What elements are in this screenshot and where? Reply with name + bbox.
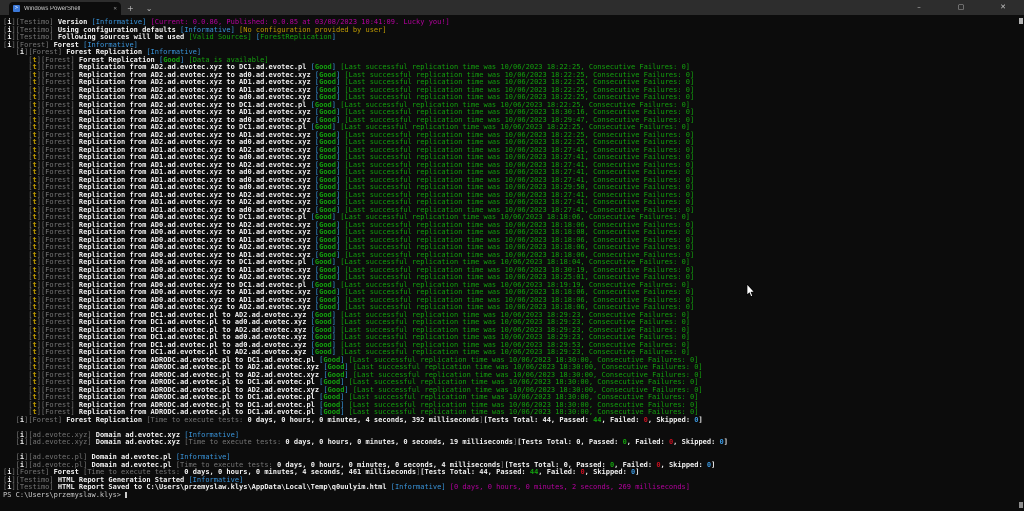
tab-windows-powershell[interactable]: > Windows PowerShell ✕ [9,2,121,15]
title-bar: > Windows PowerShell ✕ + ⌄ – ▢ ✕ [0,0,1024,15]
scrollbar-up-arrow[interactable] [1019,18,1023,24]
new-tab-button[interactable]: + [121,2,140,15]
terminal-line: [i][ad.evotec.xyz] Domain ad.evotec.xyz … [3,439,1018,447]
tab-title: Windows PowerShell [24,6,110,12]
prompt-line: PS C:\Users\przemyslaw.klys> [3,492,1018,500]
maximize-button[interactable]: ▢ [940,0,982,15]
text-cursor[interactable] [125,492,127,498]
minimize-button[interactable]: – [898,0,940,15]
terminal-output: [i][Testimo] Version [Informative] [Curr… [0,15,1018,511]
close-button[interactable]: ✕ [982,0,1024,15]
terminal-line: [i][Testimo] HTML Report Saved to C:\Use… [3,484,1018,492]
terminal-line: [i][Testimo] Following sources will be u… [3,34,1018,42]
terminal-line: [i][Forest] Forest Replication [Time to … [3,417,1018,425]
powershell-icon: > [13,5,20,12]
tab-close-icon[interactable]: ✕ [113,5,117,12]
scrollbar[interactable] [1018,15,1024,511]
scrollbar-down-arrow[interactable] [1019,502,1023,508]
window-controls: – ▢ ✕ [898,0,1024,15]
tab-dropdown-button[interactable]: ⌄ [140,2,159,15]
mouse-cursor-icon [746,284,755,298]
